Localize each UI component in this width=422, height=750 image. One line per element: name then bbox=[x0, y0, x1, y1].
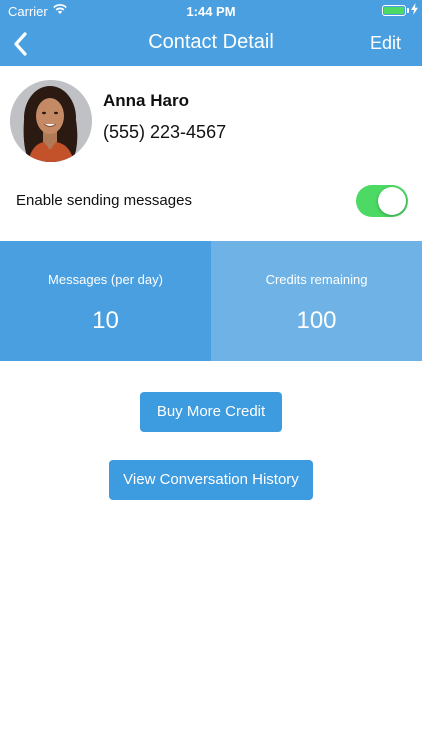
view-conversation-history-button[interactable]: View Conversation History bbox=[109, 460, 313, 500]
avatar-photo bbox=[10, 80, 92, 162]
header-bar: Carrier 1:44 PM Contact Detail Edit bbox=[0, 0, 422, 66]
stat-label: Messages (per day) bbox=[48, 272, 163, 287]
stat-value: 10 bbox=[92, 307, 119, 334]
page-title: Contact Detail bbox=[148, 31, 274, 53]
buy-more-credit-button[interactable]: Buy More Credit bbox=[140, 392, 282, 432]
toggle-knob bbox=[378, 187, 406, 215]
navigation-bar: Contact Detail Edit bbox=[0, 22, 422, 66]
battery-icon bbox=[382, 5, 406, 16]
stat-value: 100 bbox=[296, 307, 337, 334]
contact-phone: (555) 223-4567 bbox=[103, 122, 227, 142]
messaging-toggle[interactable] bbox=[356, 185, 408, 217]
stat-label: Credits remaining bbox=[265, 272, 368, 287]
charging-bolt-icon bbox=[411, 3, 418, 18]
edit-button[interactable]: Edit bbox=[370, 33, 401, 54]
battery-cap bbox=[407, 8, 409, 13]
messaging-toggle-label: Enable sending messages bbox=[16, 192, 192, 209]
credits-remaining-panel: Credits remaining 100 bbox=[211, 241, 422, 361]
clock: 1:44 PM bbox=[186, 4, 236, 19]
contact-name: Anna Haro bbox=[103, 91, 189, 110]
status-bar: Carrier 1:44 PM bbox=[0, 0, 422, 22]
messages-per-day-panel: Messages (per day) 10 bbox=[0, 241, 211, 361]
